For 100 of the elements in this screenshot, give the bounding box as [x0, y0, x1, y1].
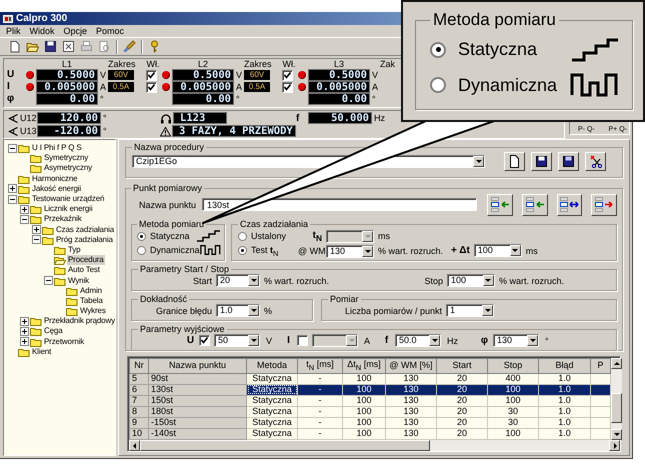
table-row[interactable]: 7 150st Statyczna - 100 130 20 100 1.0 — [130, 395, 610, 406]
column-header[interactable]: Nr — [130, 358, 148, 374]
page-icon[interactable] — [8, 40, 21, 53]
table-cell: 9 — [130, 417, 148, 428]
expander-icon[interactable] — [32, 235, 41, 244]
tree-item[interactable]: Asymetryczny — [43, 163, 93, 174]
vertical-scrollbar[interactable] — [611, 358, 622, 440]
floppy-icon[interactable] — [44, 40, 57, 53]
list-arrow-button[interactable] — [487, 194, 513, 216]
menu-item[interactable]: Plik — [6, 26, 21, 36]
checkbox[interactable] — [146, 82, 157, 92]
menu-item[interactable]: Pomoc — [96, 26, 124, 36]
radio-option[interactable]: Dynamiczna — [430, 74, 558, 96]
tree-item[interactable]: Klient — [31, 346, 52, 357]
tree-item[interactable]: U I Phi f P Q S — [31, 143, 83, 154]
cut-button[interactable] — [585, 152, 606, 171]
checkbox[interactable] — [199, 335, 210, 346]
table-row[interactable]: 9 -150st Statyczna - 100 130 20 30 1.0 — [130, 417, 610, 428]
dropdown[interactable]: 100 — [474, 244, 522, 257]
tree-item[interactable]: Procedura — [67, 255, 105, 266]
tree-item[interactable]: Przetwornik — [43, 336, 86, 347]
list-arrow-button[interactable] — [522, 194, 548, 216]
dropdown[interactable]: 1 — [446, 304, 494, 317]
expander-icon[interactable] — [32, 225, 41, 234]
checkbox[interactable] — [282, 82, 293, 92]
tree-item[interactable]: Próg zadziałania — [55, 234, 114, 245]
radio-option[interactable]: Dynamiczna — [137, 245, 200, 255]
menu-item[interactable]: Widok — [30, 26, 55, 36]
list-arrow-icon — [594, 197, 614, 212]
expander-icon[interactable] — [20, 204, 29, 214]
folder-icon[interactable] — [26, 40, 39, 53]
tree-item[interactable]: Wykres — [79, 306, 107, 316]
radio-indicator[interactable] — [430, 42, 446, 58]
dropdown[interactable]: 50.0 — [395, 334, 441, 347]
table-row[interactable]: 8 180st Statyczna - 100 130 20 30 1.0 — [130, 406, 610, 418]
dropdown[interactable]: 130 — [493, 334, 539, 347]
radio-option[interactable]: Statyczna — [430, 39, 538, 60]
save-as-button[interactable] — [558, 152, 579, 171]
radio-option[interactable]: Statyczna — [137, 231, 190, 241]
radio-indicator[interactable] — [137, 232, 146, 240]
table-row[interactable]: 10 -140st Statyczna - 100 130 20 100 1.0 — [130, 428, 610, 440]
tree-item[interactable]: Przekładnik prądowy — [43, 316, 116, 326]
expander-icon[interactable] — [20, 337, 29, 346]
tree-item[interactable]: Symetryczny — [43, 153, 90, 164]
tree-item[interactable]: Jakość energii — [31, 184, 82, 194]
radio-option[interactable]: Test t$_{N}$ — [238, 244, 294, 258]
column-header[interactable]: Metoda — [246, 358, 298, 374]
tree-item[interactable]: Przekaźnik — [43, 214, 83, 224]
column-header[interactable]: Nazwa punktu — [148, 358, 246, 374]
menu-item[interactable]: Opcje — [64, 26, 88, 36]
page-magnifier-icon[interactable] — [98, 40, 111, 53]
text-field[interactable]: 130st — [202, 198, 478, 211]
tree-item[interactable]: Testowanie urządzeń — [31, 194, 106, 204]
expander-icon[interactable] — [8, 184, 17, 194]
column-header[interactable]: @ WM [%] — [386, 358, 436, 374]
column-header[interactable]: Δt$_{N}$ [ms] — [342, 358, 386, 374]
dropdown[interactable]: 20 — [216, 274, 260, 287]
expander-icon[interactable] — [44, 276, 53, 286]
horizontal-scrollbar[interactable] — [129, 440, 620, 451]
radio-indicator[interactable] — [137, 246, 146, 254]
expander-icon[interactable] — [20, 326, 29, 336]
tree-item[interactable]: Typ — [67, 244, 82, 255]
dropdown[interactable]: 130 — [326, 244, 374, 258]
column-header[interactable]: P — [590, 358, 610, 374]
key-icon[interactable] — [148, 40, 161, 53]
table-row[interactable]: 5 90st Statyczna - 100 130 20 400 1.0 — [130, 373, 610, 384]
list-arrow-button[interactable] — [591, 194, 617, 216]
printer-icon[interactable] — [80, 40, 93, 53]
column-header[interactable]: Stop — [488, 358, 538, 374]
expander-icon[interactable] — [8, 194, 17, 204]
column-header[interactable]: Błąd — [538, 358, 590, 374]
crossed-box-icon[interactable] — [62, 40, 75, 53]
tree-item[interactable]: Cęga — [43, 326, 64, 336]
column-header[interactable]: t$_{N}$ [ms] — [298, 358, 342, 374]
expander-icon[interactable] — [20, 316, 29, 326]
dropdown[interactable]: 50 — [214, 334, 260, 347]
dropdown[interactable]: 1.0 — [216, 304, 260, 317]
tree-item[interactable]: Harmoniczne — [31, 174, 78, 184]
tree-item[interactable]: Admin — [79, 286, 103, 296]
tree-item[interactable]: Licznik energii — [43, 204, 94, 214]
brush-icon[interactable] — [123, 40, 136, 53]
checkbox[interactable] — [146, 70, 157, 80]
unit-label: ° — [102, 112, 107, 124]
radio-indicator[interactable] — [430, 77, 446, 94]
expander-icon[interactable] — [20, 214, 29, 224]
expander-icon[interactable] — [8, 144, 17, 153]
table-row[interactable]: 6 130st Statyczna - 100 130 20 100 1.0 — [130, 384, 610, 396]
checkbox[interactable] — [282, 70, 293, 80]
tree-item[interactable]: Auto Test — [67, 265, 101, 276]
folder-icon — [18, 184, 30, 194]
column-header[interactable]: Start — [436, 358, 488, 374]
save-button[interactable] — [531, 152, 552, 171]
list-arrow-button[interactable] — [556, 194, 582, 216]
radio-indicator[interactable] — [238, 246, 247, 256]
tree-item[interactable]: Czas zadziałania — [55, 224, 116, 235]
field-label: Nazwa punktu — [139, 200, 196, 210]
dropdown[interactable]: 100 — [446, 274, 495, 287]
tree-item[interactable]: Wynik — [67, 276, 90, 286]
new-button[interactable] — [504, 152, 525, 171]
tree-item[interactable]: Tabela — [79, 296, 104, 306]
